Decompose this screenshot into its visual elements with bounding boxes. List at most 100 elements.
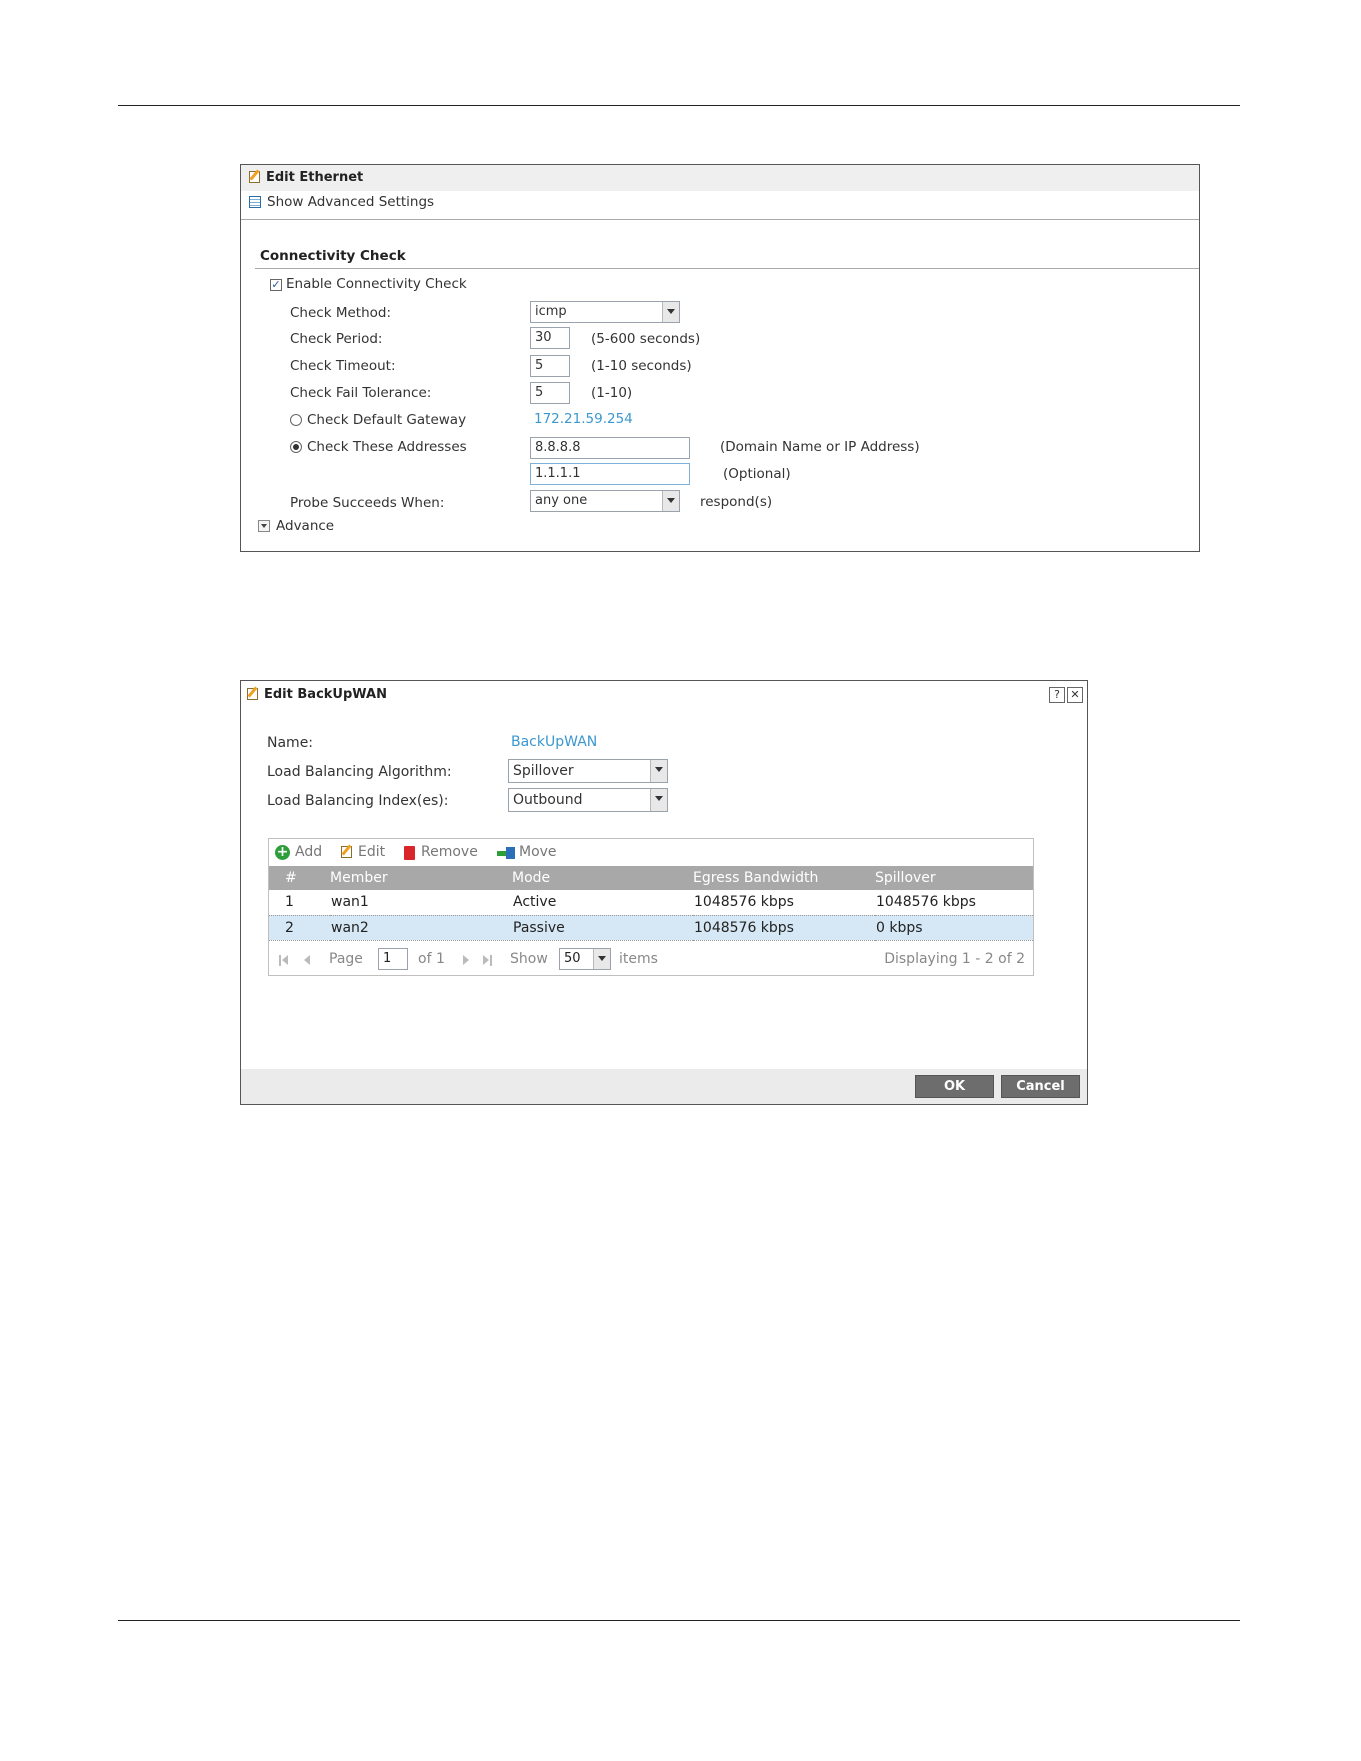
name-label: Name: bbox=[267, 735, 314, 751]
edit-backupwan-titlebar: Edit BackUpWAN ? ✕ bbox=[241, 681, 1087, 709]
header-rule bbox=[118, 105, 1240, 106]
check-method-select[interactable]: icmp bbox=[530, 301, 680, 323]
algorithm-value: Spillover bbox=[513, 763, 574, 779]
check-method-label: Check Method: bbox=[290, 305, 391, 321]
edit-icon bbox=[247, 688, 258, 700]
help-icon[interactable]: ? bbox=[1049, 687, 1065, 703]
last-page-icon bbox=[490, 955, 492, 966]
move-label: Move bbox=[519, 844, 557, 860]
index-label: Load Balancing Index(es): bbox=[267, 793, 449, 809]
default-gateway-label: Check Default Gateway bbox=[307, 412, 467, 428]
chevron-down-icon bbox=[662, 491, 679, 511]
address2-input[interactable]: 1.1.1.1 bbox=[530, 463, 690, 485]
these-addresses-radio[interactable] bbox=[290, 441, 302, 453]
col-spillover[interactable]: Spillover bbox=[875, 866, 1033, 890]
pager: Page 1 of 1 Show 50 items Displaying 1 -… bbox=[269, 945, 1033, 975]
address1-input[interactable]: 8.8.8.8 bbox=[530, 437, 690, 459]
index-value: Outbound bbox=[513, 792, 583, 808]
algorithm-select[interactable]: Spillover bbox=[508, 759, 668, 783]
edit-icon bbox=[249, 171, 260, 183]
page-size-value: 50 bbox=[564, 951, 581, 966]
chevron-down-icon bbox=[650, 789, 667, 811]
section-title: Connectivity Check bbox=[260, 248, 406, 264]
trash-icon bbox=[404, 846, 415, 860]
divider bbox=[241, 219, 1199, 220]
advance-toggle[interactable]: Advance bbox=[258, 517, 348, 537]
add-label: Add bbox=[295, 844, 323, 860]
displaying-label: Displaying 1 - 2 of 2 bbox=[884, 951, 1025, 967]
algorithm-label: Load Balancing Algorithm: bbox=[267, 764, 452, 780]
row-index: 2 bbox=[285, 919, 294, 936]
table-header: # Member Mode Egress Bandwidth Spillover bbox=[269, 866, 1033, 890]
table-row[interactable]: 1 wan1 Active 1048576 kbps 1048576 kbps bbox=[269, 890, 1033, 915]
check-period-input[interactable]: 30 bbox=[530, 327, 570, 349]
close-icon[interactable]: ✕ bbox=[1067, 687, 1083, 703]
member-grid: + Add Edit Remove Move # Member Mode Egr… bbox=[268, 838, 1034, 976]
col-member[interactable]: Member bbox=[330, 866, 512, 890]
enable-connectivity-label: Enable Connectivity Check bbox=[286, 276, 467, 292]
row-spillover: 0 kbps bbox=[876, 919, 923, 936]
row-member: wan1 bbox=[331, 894, 369, 911]
section-divider bbox=[255, 268, 1199, 269]
check-period-label: Check Period: bbox=[290, 331, 383, 347]
panel-title: Edit BackUpWAN bbox=[264, 687, 387, 702]
probe-select[interactable]: any one bbox=[530, 490, 680, 512]
items-label: items bbox=[619, 951, 658, 967]
col-egress[interactable]: Egress Bandwidth bbox=[693, 866, 875, 890]
remove-label: Remove bbox=[421, 844, 478, 860]
ok-button[interactable]: OK bbox=[915, 1075, 994, 1098]
address1-hint: (Domain Name or IP Address) bbox=[720, 439, 920, 455]
check-fail-tolerance-hint: (1-10) bbox=[591, 385, 633, 401]
enable-connectivity-checkbox[interactable]: ✓ bbox=[270, 279, 282, 291]
check-timeout-hint: (1-10 seconds) bbox=[591, 358, 692, 374]
check-fail-tolerance-label: Check Fail Tolerance: bbox=[290, 385, 432, 401]
row-egress: 1048576 kbps bbox=[694, 919, 794, 936]
page-input[interactable]: 1 bbox=[378, 948, 408, 970]
move-icon bbox=[497, 847, 515, 859]
address2-hint: (Optional) bbox=[723, 466, 791, 482]
grid-toolbar: + Add Edit Remove Move bbox=[269, 839, 1033, 866]
index-select[interactable]: Outbound bbox=[508, 788, 668, 812]
expand-icon bbox=[258, 520, 270, 532]
probe-suffix: respond(s) bbox=[700, 494, 773, 510]
of-label: of 1 bbox=[418, 951, 445, 967]
member-table: # Member Mode Egress Bandwidth Spillover… bbox=[269, 866, 1033, 941]
check-period-hint: (5-600 seconds) bbox=[591, 331, 701, 347]
advance-label: Advance bbox=[276, 518, 335, 534]
table-icon bbox=[249, 196, 261, 208]
row-spillover: 1048576 kbps bbox=[876, 894, 976, 911]
row-mode: Passive bbox=[513, 919, 565, 936]
edit-ethernet-titlebar: Edit Ethernet bbox=[241, 165, 1199, 191]
name-value: BackUpWAN bbox=[511, 734, 598, 750]
page-size-select[interactable]: 50 bbox=[559, 948, 611, 970]
edit-backupwan-panel: Edit BackUpWAN ? ✕ Name: BackUpWAN Load … bbox=[240, 680, 1088, 1105]
page-label: Page bbox=[329, 951, 363, 967]
show-advanced-label: Show Advanced Settings bbox=[267, 194, 435, 210]
check-method-value: icmp bbox=[535, 304, 567, 319]
row-index: 1 bbox=[285, 894, 294, 911]
show-label: Show bbox=[510, 951, 548, 967]
next-page-icon[interactable] bbox=[463, 955, 469, 965]
probe-value: any one bbox=[535, 493, 588, 508]
default-gateway-radio[interactable] bbox=[290, 414, 302, 426]
probe-label: Probe Succeeds When: bbox=[290, 495, 445, 511]
edit-label: Edit bbox=[358, 844, 386, 860]
check-fail-tolerance-input[interactable]: 5 bbox=[530, 382, 570, 404]
col-index[interactable]: # bbox=[269, 866, 330, 890]
first-page-arrow bbox=[282, 955, 288, 965]
col-mode[interactable]: Mode bbox=[512, 866, 693, 890]
footer-rule bbox=[118, 1620, 1240, 1621]
first-page-icon[interactable] bbox=[279, 955, 281, 966]
cancel-button[interactable]: Cancel bbox=[1001, 1075, 1080, 1098]
dialog-footer: OK Cancel bbox=[241, 1069, 1087, 1104]
panel-title: Edit Ethernet bbox=[266, 170, 364, 185]
chevron-down-icon bbox=[650, 760, 667, 782]
table-row[interactable]: 2 wan2 Passive 1048576 kbps 0 kbps bbox=[269, 915, 1033, 940]
these-addresses-label: Check These Addresses bbox=[307, 439, 467, 455]
edit-icon bbox=[341, 846, 352, 858]
prev-page-icon[interactable] bbox=[304, 955, 310, 965]
last-page-arrow[interactable] bbox=[483, 955, 489, 965]
chevron-down-icon bbox=[662, 302, 679, 322]
check-timeout-label: Check Timeout: bbox=[290, 358, 396, 374]
check-timeout-input[interactable]: 5 bbox=[530, 355, 570, 377]
